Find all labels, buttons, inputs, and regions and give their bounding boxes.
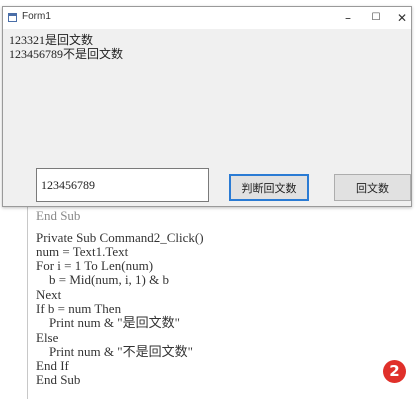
code-line: Print num & "是回文数"	[36, 315, 180, 330]
code-line: Print num & "不是回文数"	[36, 344, 193, 359]
code-line: b = Mid(num, i, 1) & b	[36, 272, 169, 287]
palindrome-button[interactable]: 回文数	[334, 174, 411, 201]
number-text-input[interactable]	[36, 168, 209, 202]
title-bar[interactable]: Form1 – ☐ ✕	[3, 7, 411, 29]
window-title: Form1	[22, 11, 51, 22]
code-line: If b = num Then	[36, 301, 122, 316]
code-line: End If	[36, 358, 69, 373]
print-output-line: 123456789不是回文数	[9, 47, 124, 61]
code-line: Private Sub Command2_Click()	[36, 230, 204, 245]
step-number-badge: 2	[383, 360, 406, 383]
code-line: End Sub	[36, 372, 81, 387]
code-line: Next	[36, 287, 62, 302]
code-line: For i = 1 To Len(num)	[36, 258, 154, 273]
check-palindrome-button[interactable]: 判断回文数	[229, 174, 309, 201]
form-icon	[8, 13, 17, 22]
form-window: Form1 – ☐ ✕ 123321是回文数 123456789不是回文数 判断…	[2, 6, 412, 207]
code-line: Else	[36, 330, 59, 345]
code-line-end-sub-above: End Sub	[36, 208, 81, 223]
code-line: num = Text1.Text	[36, 244, 129, 259]
close-button[interactable]: ✕	[384, 7, 417, 29]
code-gutter	[0, 207, 27, 399]
